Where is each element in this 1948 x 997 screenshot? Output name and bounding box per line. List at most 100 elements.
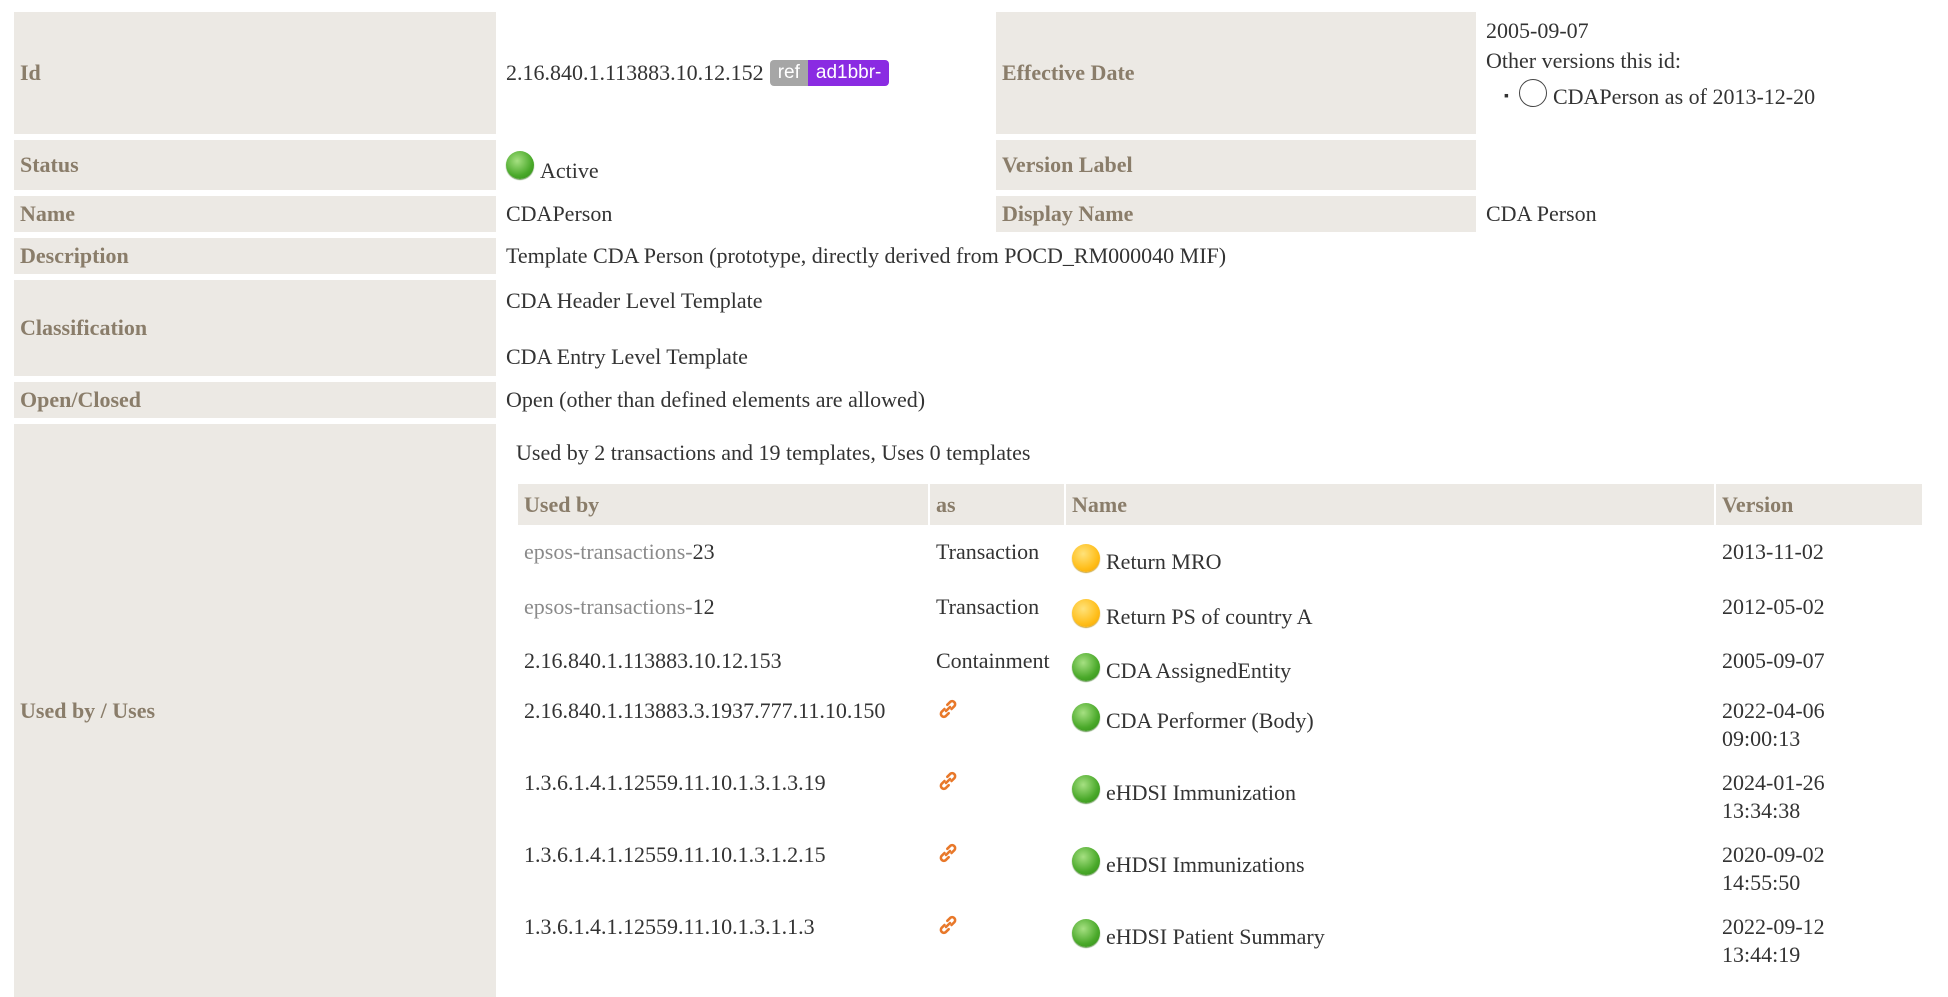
- usage-as: [930, 769, 1064, 800]
- id-value: 2.16.840.1.113883.10.12.152 ref ad1bbr-: [498, 12, 994, 134]
- link-icon[interactable]: [936, 769, 960, 793]
- usage-name[interactable]: eHDSI Immunizations: [1066, 841, 1714, 881]
- transaction-prefix[interactable]: epsos-transactions-: [524, 594, 693, 619]
- usage-version: 2013-11-02: [1716, 538, 1922, 566]
- classification-item: CDA Header Level Template: [506, 288, 763, 313]
- version-time: 13:34:38: [1722, 798, 1801, 823]
- id-label: Id: [14, 12, 496, 134]
- open-closed-label: Open/Closed: [14, 382, 496, 418]
- version-date: 2022-09-12: [1722, 914, 1825, 939]
- usage-as: Transaction: [936, 594, 1040, 619]
- version-date: 2012-05-02: [1722, 594, 1825, 619]
- classification-item: CDA Entry Level Template: [506, 344, 748, 369]
- project-badge: ad1bbr-: [807, 60, 890, 86]
- usage-version: 2022-04-06 09:00:13: [1716, 697, 1922, 753]
- status-label: Status: [14, 140, 496, 190]
- usage-header-as: as: [930, 484, 1064, 525]
- usage-id[interactable]: 1.3.6.1.4.1.12559.11.10.1.3.1.2.15: [524, 842, 826, 867]
- name-label: Name: [14, 196, 496, 232]
- usage-name-text[interactable]: Return PS of country A: [1106, 604, 1313, 629]
- usage-as: Transaction: [936, 539, 1040, 564]
- active-status-icon: [1072, 702, 1100, 731]
- effective-date-block: 2005-09-07 Other versions this id: ▪ CDAP…: [1486, 16, 1936, 116]
- effective-date-value: 2005-09-07: [1486, 18, 1589, 43]
- usage-as: [930, 913, 1064, 944]
- usage-id[interactable]: 2.16.840.1.113883.10.12.153: [524, 648, 782, 673]
- usage-used-by[interactable]: 1.3.6.1.4.1.12559.11.10.1.3.1.3.19: [518, 769, 928, 797]
- usage-version: 2005-09-07: [1716, 647, 1922, 675]
- other-version-item[interactable]: ▪ CDAPerson as of 2013-12-20: [1486, 78, 1936, 116]
- usage-header-version: Version: [1716, 484, 1922, 525]
- pending-status-icon: [1072, 543, 1100, 572]
- usage-id[interactable]: 23: [693, 539, 715, 564]
- usage-used-by[interactable]: 1.3.6.1.4.1.12559.11.10.1.3.1.2.15: [518, 841, 928, 869]
- classification-label: Classification: [14, 280, 496, 376]
- usage-id[interactable]: 1.3.6.1.4.1.12559.11.10.1.3.1.1.3: [524, 914, 815, 939]
- display-name-label: Display Name: [996, 196, 1476, 232]
- usage-used-by[interactable]: 2.16.840.1.113883.10.12.153: [518, 647, 928, 675]
- classification-value: CDA Header Level Template CDA Entry Leve…: [506, 286, 1906, 372]
- version-time: 14:55:50: [1722, 870, 1801, 895]
- template-id: 2.16.840.1.113883.10.12.152: [506, 60, 764, 85]
- usage-name[interactable]: Return MRO: [1066, 538, 1714, 578]
- version-date: 2024-01-26: [1722, 770, 1825, 795]
- usage-version: 2012-05-02: [1716, 593, 1922, 621]
- link-icon[interactable]: [936, 841, 960, 865]
- version-date: 2022-04-06: [1722, 698, 1825, 723]
- active-status-icon: [1072, 774, 1100, 803]
- other-version-text[interactable]: CDAPerson as of 2013-12-20: [1553, 84, 1815, 109]
- usage-name[interactable]: eHDSI Patient Summary: [1066, 913, 1714, 953]
- usage-used-by[interactable]: 1.3.6.1.4.1.12559.11.10.1.3.1.1.3: [518, 913, 928, 941]
- usage-id[interactable]: 2.16.840.1.113883.3.1937.777.11.10.150: [524, 698, 885, 723]
- open-closed-value: Open (other than defined elements are al…: [506, 387, 926, 412]
- usage-name-text[interactable]: eHDSI Patient Summary: [1106, 924, 1325, 949]
- version-date: 2013-11-02: [1722, 539, 1824, 564]
- usage-name-text[interactable]: Return MRO: [1106, 549, 1222, 574]
- used-by-label: Used by / Uses: [14, 424, 496, 997]
- bullet-icon: ▪: [1504, 89, 1509, 104]
- usage-id[interactable]: 12: [693, 594, 715, 619]
- usage-version: 2022-09-12 13:44:19: [1716, 913, 1922, 969]
- ref-badge: ref: [769, 60, 808, 86]
- version-date: 2005-09-07: [1722, 648, 1825, 673]
- description-label: Description: [14, 238, 496, 274]
- usage-name[interactable]: Return PS of country A: [1066, 593, 1714, 633]
- usage-name[interactable]: eHDSI Immunization: [1066, 769, 1714, 809]
- draft-status-icon: [1518, 78, 1547, 107]
- usage-used-by[interactable]: 2.16.840.1.113883.3.1937.777.11.10.150: [518, 697, 928, 725]
- usage-name[interactable]: CDA AssignedEntity: [1066, 647, 1714, 687]
- pending-status-icon: [1072, 598, 1100, 627]
- usage-used-by[interactable]: epsos-transactions-12: [518, 593, 928, 621]
- version-time: 09:00:13: [1722, 726, 1801, 751]
- usage-version: 2024-01-26 13:34:38: [1716, 769, 1922, 825]
- usage-header-name: Name: [1066, 484, 1714, 525]
- status-value: Active: [498, 140, 994, 190]
- link-icon[interactable]: [936, 913, 960, 937]
- name-value: CDAPerson: [506, 201, 613, 226]
- transaction-prefix[interactable]: epsos-transactions-: [524, 539, 693, 564]
- version-label-label: Version Label: [996, 140, 1476, 190]
- usage-name-text[interactable]: CDA AssignedEntity: [1106, 658, 1291, 683]
- display-name-value: CDA Person: [1486, 201, 1597, 226]
- usage-version: 2020-09-02 14:55:50: [1716, 841, 1922, 897]
- effective-date-label: Effective Date: [996, 12, 1476, 134]
- usage-header-used-by: Used by: [518, 484, 928, 525]
- active-status-icon: [1072, 652, 1100, 681]
- description-value: Template CDA Person (prototype, directly…: [506, 243, 1227, 268]
- active-status-icon: [506, 151, 534, 179]
- other-versions-label: Other versions this id:: [1486, 48, 1681, 73]
- usage-as: Containment: [936, 648, 1050, 673]
- usage-id[interactable]: 1.3.6.1.4.1.12559.11.10.1.3.1.3.19: [524, 770, 826, 795]
- usage-used-by[interactable]: epsos-transactions-23: [518, 538, 928, 566]
- usage-name-text[interactable]: eHDSI Immunization: [1106, 780, 1296, 805]
- status-text: Active: [540, 158, 599, 183]
- usage-name[interactable]: CDA Performer (Body): [1066, 697, 1714, 737]
- link-icon[interactable]: [936, 697, 960, 721]
- usage-name-text[interactable]: eHDSI Immunizations: [1106, 852, 1305, 877]
- usage-as: [930, 841, 1064, 872]
- version-time: 13:44:19: [1722, 942, 1801, 967]
- active-status-icon: [1072, 846, 1100, 875]
- usage-name-text[interactable]: CDA Performer (Body): [1106, 708, 1314, 733]
- active-status-icon: [1072, 918, 1100, 947]
- usage-as: [930, 697, 1064, 728]
